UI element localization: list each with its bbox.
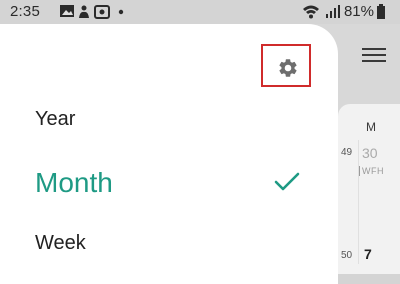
week-number: 49: [341, 147, 353, 158]
cat-icon: [79, 5, 89, 18]
notification-icons: [60, 4, 130, 24]
battery-level: 81%: [343, 3, 374, 20]
photo-icon: [94, 5, 110, 19]
status-right: 81%: [302, 3, 386, 20]
calendar-event[interactable]: WFH: [359, 166, 384, 176]
view-option-year[interactable]: Year: [35, 108, 75, 131]
status-bar: 2:35 81%: [0, 0, 400, 24]
settings-button[interactable]: [261, 44, 311, 87]
dot-icon: [118, 9, 124, 15]
view-option-week[interactable]: Week: [35, 232, 86, 255]
weekday-header: M: [366, 120, 376, 134]
checkmark-icon: [274, 172, 300, 191]
gallery-icon: [60, 5, 74, 17]
status-time: 2:35: [10, 3, 40, 20]
week-number: 50: [341, 250, 353, 261]
day-cell-date[interactable]: 30: [362, 145, 378, 161]
signal-icon: [325, 4, 340, 18]
day-cell-date[interactable]: 7: [364, 246, 372, 262]
gear-icon: [279, 59, 297, 77]
calendar-divider: [358, 140, 359, 264]
hamburger-menu-icon[interactable]: [362, 44, 386, 66]
view-option-month[interactable]: Month: [35, 167, 113, 199]
wifi-icon: [302, 5, 319, 18]
battery-icon: [377, 3, 385, 19]
